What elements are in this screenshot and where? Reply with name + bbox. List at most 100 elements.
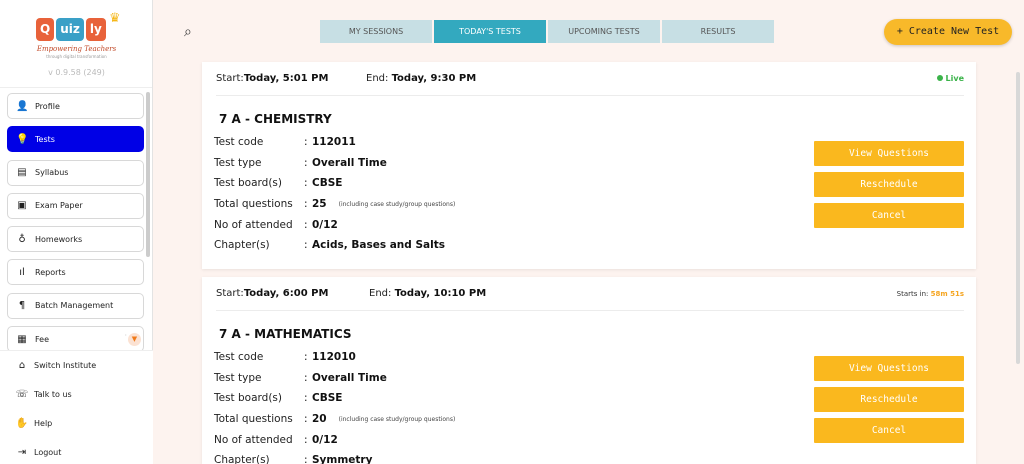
save-icon: ▣ <box>17 200 27 212</box>
tab-results[interactable]: RESULTS <box>662 20 774 43</box>
sidebar-item-label: Fee <box>35 334 50 344</box>
logo-part: uiz <box>56 18 84 41</box>
detail-key: Total questions <box>214 198 293 211</box>
sidebar-item-switch-institute[interactable]: ⌂ Switch Institute <box>0 351 153 380</box>
end-block: End: Today, 9:30 PM <box>366 73 476 84</box>
test-code: 112010 <box>312 351 356 364</box>
institute-icon: ⌂ <box>18 360 26 371</box>
detail-key: Chapter(s) <box>214 239 270 252</box>
test-details: Test code:112010 Test type: Overall Time … <box>214 347 455 464</box>
test-card-header: Start: Today, 5:01 PM End: Today, 9:30 P… <box>216 62 964 96</box>
total-questions: 25 <box>312 198 327 211</box>
detail-colon: : <box>304 198 308 211</box>
countdown-time: 58m 51s <box>930 289 964 298</box>
logo[interactable]: Q uiz ly <box>36 18 108 41</box>
sidebar-item-label: Help <box>34 419 53 428</box>
reschedule-button[interactable]: Reschedule <box>814 387 964 412</box>
test-subject: 7 A - CHEMISTRY <box>219 112 332 126</box>
start-label: Start: <box>216 288 244 299</box>
status-badge: Live <box>936 74 964 83</box>
test-code: 112011 <box>312 136 356 149</box>
book-icon: ▤ <box>17 167 27 179</box>
sidebar-item-tests[interactable]: 💡 Tests <box>7 126 144 153</box>
detail-row: Test board(s): CBSE <box>214 388 455 409</box>
chevron-down-icon[interactable]: ▼ <box>128 333 141 347</box>
detail-colon: : <box>304 239 308 252</box>
main-scrollbar[interactable] <box>1016 72 1020 364</box>
detail-key: No of attended <box>214 218 293 231</box>
detail-colon: : <box>304 156 308 169</box>
detail-row: Total questions:20 (including case study/… <box>214 409 455 430</box>
detail-key: No of attended <box>214 433 293 446</box>
sidebar-item-syllabus[interactable]: ▤ Syllabus <box>7 159 144 186</box>
sidebar-item-fee[interactable]: ▦ Fee · ▼ <box>7 326 144 353</box>
test-type: Overall Time <box>312 156 387 169</box>
tab-my-sessions[interactable]: MY SESSIONS <box>320 20 432 43</box>
detail-key: Test code <box>214 351 264 364</box>
detail-row: Chapter(s): Symmetry <box>214 450 455 464</box>
person-icon: 👤 <box>16 100 29 112</box>
view-questions-button[interactable]: View Questions <box>814 356 964 381</box>
detail-row: No of attended:0/12 <box>214 429 455 450</box>
sidebar-item-exam-paper[interactable]: ▣ Exam Paper <box>7 192 144 219</box>
lightbulb-icon: 💡 <box>16 133 29 145</box>
bar-chart-icon: ıl <box>19 266 25 278</box>
tab-todays-tests[interactable]: TODAY'S TESTS <box>434 20 546 43</box>
sidebar-item-profile[interactable]: 👤 Profile <box>7 93 144 119</box>
chapters: Acids, Bases and Salts <box>312 239 445 252</box>
test-actions: View Questions Reschedule Cancel <box>814 356 964 449</box>
detail-colon: : <box>304 454 308 464</box>
test-type: Overall Time <box>312 371 387 384</box>
end-block: End: Today, 10:10 PM <box>369 288 486 299</box>
sidebar-item-homeworks[interactable]: ♁ Homeworks <box>7 226 144 253</box>
test-details: Test code:112011 Test type: Overall Time … <box>214 132 455 256</box>
ellipsis-icon: · <box>124 331 127 341</box>
bag-icon: ♁ <box>18 233 26 245</box>
detail-colon: : <box>304 371 308 384</box>
logo-part: ly <box>85 18 106 41</box>
detail-row: Test type: Overall Time <box>214 368 455 389</box>
logout-icon: ⇥ <box>17 447 27 458</box>
logo-part: Q <box>36 18 55 41</box>
detail-key: Test board(s) <box>214 392 282 405</box>
detail-row: Test code:112010 <box>214 347 455 368</box>
questions-note: (including case study/group questions) <box>338 415 456 423</box>
sidebar-item-label: Profile <box>35 101 60 111</box>
sidebar-bottom-nav: ⌂ Switch Institute ☏ Talk to us ✋ Help ⇥… <box>0 350 153 464</box>
cancel-button[interactable]: Cancel <box>814 203 964 228</box>
cancel-button[interactable]: Cancel <box>814 418 964 443</box>
status-text: Live <box>945 74 964 83</box>
sidebar-scrollbar[interactable] <box>146 92 150 257</box>
tagline-sub: through digital transformation <box>46 54 107 59</box>
start-time: Today, 5:01 PM <box>243 73 329 84</box>
countdown-label: Starts in: <box>896 289 931 298</box>
sidebar-item-label: Homeworks <box>35 234 83 244</box>
detail-row: Test code:112011 <box>214 132 455 153</box>
start-label: Start: <box>216 73 244 84</box>
sidebar-item-label: Reports <box>35 267 66 277</box>
end-label: End: <box>369 288 395 299</box>
sidebar-item-logout[interactable]: ⇥ Logout <box>0 438 153 464</box>
search-icon[interactable]: ⌕ <box>184 24 192 40</box>
view-questions-button[interactable]: View Questions <box>814 141 964 166</box>
detail-key: Test board(s) <box>214 177 282 190</box>
detail-colon: : <box>304 218 308 231</box>
test-actions: View Questions Reschedule Cancel <box>814 141 964 234</box>
reschedule-button[interactable]: Reschedule <box>814 172 964 197</box>
sidebar-item-batch-management[interactable]: ¶ Batch Management <box>7 292 144 319</box>
paragraph-icon: ¶ <box>18 300 26 312</box>
sidebar-item-talk-to-us[interactable]: ☏ Talk to us <box>0 380 153 409</box>
detail-key: Test code <box>214 136 264 149</box>
create-new-test-button[interactable]: + Create New Test <box>884 19 1012 45</box>
detail-row: Total questions:25 (including case study/… <box>214 194 455 215</box>
sidebar-item-reports[interactable]: ıl Reports <box>7 259 144 286</box>
tab-upcoming-tests[interactable]: UPCOMING TESTS <box>548 20 660 43</box>
sidebar-item-help[interactable]: ✋ Help <box>0 409 153 438</box>
sidebar-item-label: Switch Institute <box>34 361 97 370</box>
end-time: Today, 9:30 PM <box>391 73 477 84</box>
detail-row: Test board(s): CBSE <box>214 173 455 194</box>
chapters: Symmetry <box>312 454 373 464</box>
receipt-icon: ▦ <box>17 333 27 345</box>
sidebar-nav: 👤 Profile 💡 Tests ▤ Syllabus ▣ Exam Pape… <box>7 93 144 359</box>
whatsapp-icon: ☏ <box>15 389 29 400</box>
